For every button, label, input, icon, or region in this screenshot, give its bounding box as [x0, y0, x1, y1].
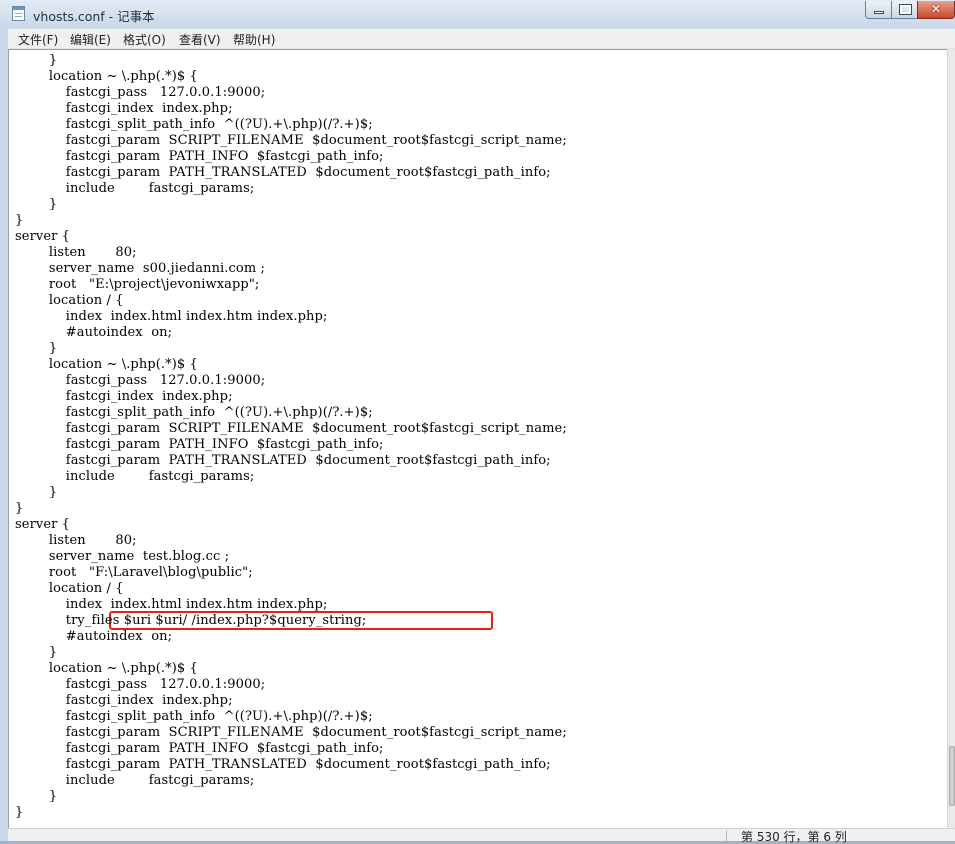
- menu-edit[interactable]: 编辑(E): [70, 31, 111, 48]
- maximize-icon: [899, 4, 912, 15]
- close-button[interactable]: ✕: [917, 1, 955, 19]
- menu-view[interactable]: 查看(V): [179, 31, 221, 48]
- code-line: fastcgi_param SCRIPT_FILENAME $document_…: [15, 133, 567, 148]
- code-line: location ~ \.php(.*)$ {: [15, 357, 198, 372]
- code-line: fastcgi_param PATH_INFO $fastcgi_path_in…: [15, 437, 384, 452]
- code-line: fastcgi_pass 127.0.0.1:9000;: [15, 85, 266, 100]
- window-frame-left: [0, 29, 8, 841]
- code-line: fastcgi_split_path_info ^((?U).+\.php)(/…: [15, 709, 373, 724]
- code-line: index index.html index.htm index.php;: [15, 597, 328, 612]
- code-line: fastcgi_split_path_info ^((?U).+\.php)(/…: [15, 117, 373, 132]
- code-line: include fastcgi_params;: [15, 181, 255, 196]
- code-line: location / {: [15, 581, 124, 596]
- scrollbar-thumb[interactable]: [949, 746, 955, 806]
- code-line: index index.html index.htm index.php;: [15, 309, 328, 324]
- code-line: fastcgi_param PATH_TRANSLATED $document_…: [15, 453, 551, 468]
- code-line: fastcgi_index index.php;: [15, 693, 233, 708]
- code-line: fastcgi_param SCRIPT_FILENAME $document_…: [15, 725, 567, 740]
- title-bar[interactable]: vhosts.conf - 记事本 ✕: [0, 0, 955, 28]
- code-line: fastcgi_pass 127.0.0.1:9000;: [15, 373, 266, 388]
- code-line: location ~ \.php(.*)$ {: [15, 69, 198, 84]
- code-line: root "F:\Laravel\blog\public";: [15, 565, 253, 580]
- code-line: }: [15, 645, 58, 660]
- code-line: fastcgi_index index.php;: [15, 389, 233, 404]
- menu-file[interactable]: 文件(F): [18, 31, 58, 48]
- code-line: server {: [15, 229, 71, 244]
- window-title: vhosts.conf - 记事本: [33, 9, 155, 24]
- code-line: location / {: [15, 293, 124, 308]
- cursor-position: 第 530 行，第 6 列: [741, 830, 847, 844]
- code-line: }: [15, 213, 24, 228]
- notepad-window: vhosts.conf - 记事本 ✕ 文件(F) 编辑(E) 格式(O) 查看…: [0, 0, 955, 844]
- minimize-button[interactable]: [865, 1, 892, 19]
- maximize-button[interactable]: [891, 1, 918, 19]
- code-line: fastcgi_param PATH_TRANSLATED $document_…: [15, 757, 551, 772]
- code-line: }: [15, 53, 58, 68]
- code-line: include fastcgi_params;: [15, 773, 255, 788]
- status-divider: [726, 830, 727, 842]
- code-line: fastcgi_param PATH_INFO $fastcgi_path_in…: [15, 741, 384, 756]
- minimize-icon: [874, 11, 884, 14]
- code-line: #autoindex on;: [15, 629, 173, 644]
- code-line: }: [15, 485, 58, 500]
- menu-format[interactable]: 格式(O): [123, 31, 166, 48]
- code-line: }: [15, 805, 24, 820]
- code-line: fastcgi_pass 127.0.0.1:9000;: [15, 677, 266, 692]
- vertical-scrollbar[interactable]: [947, 49, 955, 828]
- code-line: #autoindex on;: [15, 325, 173, 340]
- notepad-app-icon[interactable]: [12, 6, 25, 21]
- code-line: server_name test.blog.cc ;: [15, 549, 230, 564]
- code-line: fastcgi_param SCRIPT_FILENAME $document_…: [15, 421, 567, 436]
- code-line: fastcgi_param PATH_INFO $fastcgi_path_in…: [15, 149, 384, 164]
- code-line: }: [15, 197, 58, 212]
- code-line: server {: [15, 517, 71, 532]
- text-editor-area[interactable]: } location ~ \.php(.*)$ { fastcgi_pass 1…: [8, 49, 947, 828]
- highlighted-code-line: try_files $uri $uri/ /index.php?$query_s…: [15, 613, 367, 628]
- code-line: fastcgi_param PATH_TRANSLATED $document_…: [15, 165, 551, 180]
- code-line: listen 80;: [15, 533, 137, 548]
- code-line: listen 80;: [15, 245, 137, 260]
- code-line: }: [15, 501, 24, 516]
- code-line: }: [15, 789, 58, 804]
- code-line: }: [15, 341, 58, 356]
- code-line: fastcgi_split_path_info ^((?U).+\.php)(/…: [15, 405, 373, 420]
- close-icon: ✕: [930, 2, 942, 16]
- code-line: root "E:\project\jevoniwxapp";: [15, 277, 260, 292]
- menu-bar: 文件(F) 编辑(E) 格式(O) 查看(V) 帮助(H): [8, 29, 955, 49]
- code-line: location ~ \.php(.*)$ {: [15, 661, 198, 676]
- code-line: server_name s00.jiedanni.com ;: [15, 261, 265, 276]
- status-bar: 第 530 行，第 6 列: [8, 828, 955, 844]
- menu-help[interactable]: 帮助(H): [233, 31, 275, 48]
- code-line: include fastcgi_params;: [15, 469, 255, 484]
- code-line: fastcgi_index index.php;: [15, 101, 233, 116]
